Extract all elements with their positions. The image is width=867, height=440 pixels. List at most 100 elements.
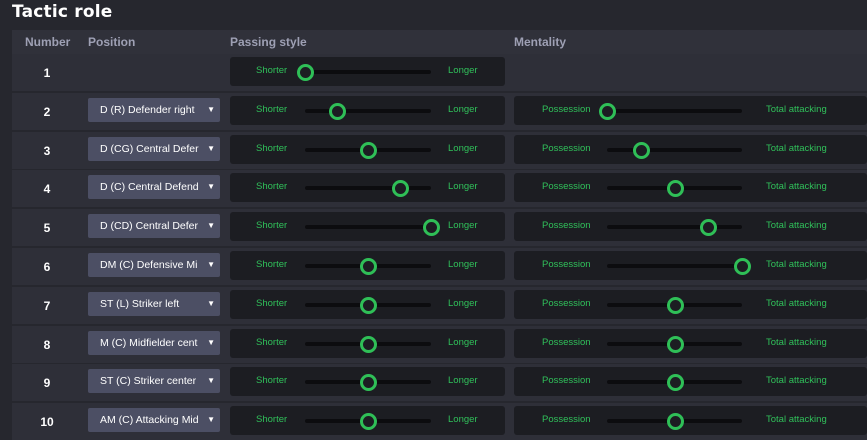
slider-handle[interactable]	[599, 103, 616, 120]
mentality-slider: Possession Total attacking	[514, 329, 867, 358]
mentality-min-label: Possession	[542, 259, 591, 270]
slider-handle[interactable]	[666, 336, 684, 353]
slider-track[interactable]	[297, 64, 431, 81]
position-select-value: AM (C) Attacking Mid	[100, 414, 199, 426]
slider-handle[interactable]	[360, 374, 377, 391]
dropdown-arrow-icon: ▼	[207, 376, 215, 385]
passing-max-label: Longer	[448, 375, 478, 386]
position-select-value: D (CD) Central Defer	[100, 220, 199, 232]
slider-track[interactable]	[305, 374, 431, 391]
slider-track[interactable]	[305, 297, 431, 314]
position-select-value: D (R) Defender right	[100, 104, 195, 116]
slider-handle[interactable]	[391, 180, 409, 197]
position-select[interactable]: AM (C) Attacking Mid ▼	[88, 408, 220, 432]
mentality-slider: Possession Total attacking	[514, 290, 867, 319]
slider-track[interactable]	[607, 142, 742, 159]
slider-handle[interactable]	[734, 258, 751, 275]
row-number: 8	[43, 338, 51, 352]
passing-min-label: Shorter	[256, 337, 288, 348]
table-header: Number Position Passing style Mentality	[12, 30, 867, 54]
mentality-slider: Possession Total attacking	[514, 212, 867, 241]
slider-track[interactable]	[607, 219, 742, 236]
slider-handle[interactable]	[700, 219, 718, 236]
slider-handle[interactable]	[360, 258, 377, 275]
slider-handle[interactable]	[666, 413, 684, 430]
position-select-value: M (C) Midfielder cent	[100, 337, 198, 349]
slider-track[interactable]	[599, 103, 742, 120]
table-row: 7 ST (L) Striker left ▼ Shorter Longer Posses…	[12, 287, 867, 324]
slider-handle[interactable]	[297, 64, 314, 81]
dropdown-arrow-icon: ▼	[207, 105, 215, 114]
mentality-max-label: Total attacking	[766, 414, 827, 425]
position-select[interactable]: D (R) Defender right ▼	[88, 98, 220, 122]
table-row: 10 AM (C) Attacking Mid ▼ Shorter Longer Poss…	[12, 403, 867, 440]
slider-handle[interactable]	[666, 297, 684, 314]
passing-min-label: Shorter	[256, 414, 288, 425]
slider-track[interactable]	[305, 142, 431, 159]
table-row: 3 D (CG) Central Defer ▼ Shorter Longer Posse…	[12, 132, 867, 169]
passing-style-slider: Shorter Longer	[230, 173, 505, 202]
passing-style-slider: Shorter Longer	[230, 212, 505, 241]
slider-track[interactable]	[607, 374, 742, 391]
slider-handle[interactable]	[360, 297, 377, 314]
dropdown-arrow-icon: ▼	[207, 182, 215, 191]
row-number: 1	[43, 66, 51, 80]
mentality-max-label: Total attacking	[766, 104, 827, 115]
table-row: 8 M (C) Midfielder cent ▼ Shorter Longer Poss…	[12, 326, 867, 363]
position-select[interactable]: D (C) Central Defend ▼	[88, 175, 220, 199]
slider-handle[interactable]	[423, 219, 440, 236]
slider-track[interactable]	[607, 413, 742, 430]
slider-track[interactable]	[607, 336, 742, 353]
position-select[interactable]: M (C) Midfielder cent ▼	[88, 331, 220, 355]
slider-track[interactable]	[305, 336, 431, 353]
row-number: 4	[43, 182, 51, 196]
table-row: 5 D (CD) Central Defer ▼ Shorter Longer Posse…	[12, 209, 867, 246]
passing-min-label: Shorter	[256, 220, 288, 231]
row-number: 6	[43, 260, 51, 274]
position-select[interactable]: D (CG) Central Defer ▼	[88, 137, 220, 161]
slider-handle[interactable]	[632, 142, 650, 159]
passing-style-slider: Shorter Longer	[230, 329, 505, 358]
slider-handle[interactable]	[360, 142, 377, 159]
position-select-value: D (C) Central Defend	[100, 181, 199, 193]
table-row: 6 DM (C) Defensive Mi ▼ Shorter Longer Posses…	[12, 248, 867, 285]
passing-max-label: Longer	[448, 298, 478, 309]
table-row: 4 D (C) Central Defend ▼ Shorter Longer Posse…	[12, 170, 867, 207]
position-select[interactable]: ST (C) Striker center ▼	[88, 369, 220, 393]
slider-handle[interactable]	[666, 374, 684, 391]
passing-min-label: Shorter	[256, 143, 288, 154]
mentality-min-label: Possession	[542, 104, 591, 115]
dropdown-arrow-icon: ▼	[207, 299, 215, 308]
mentality-min-label: Possession	[542, 220, 591, 231]
slider-handle[interactable]	[666, 180, 684, 197]
mentality-slider: Possession Total attacking	[514, 406, 867, 435]
position-select[interactable]: DM (C) Defensive Mi ▼	[88, 253, 220, 277]
slider-track[interactable]	[305, 180, 431, 197]
position-select[interactable]: D (CD) Central Defer ▼	[88, 214, 220, 238]
mentality-slider: Possession Total attacking	[514, 367, 867, 396]
slider-track[interactable]	[607, 180, 742, 197]
mentality-min-label: Possession	[542, 143, 591, 154]
slider-track[interactable]	[305, 103, 431, 120]
dropdown-arrow-icon: ▼	[207, 144, 215, 153]
mentality-max-label: Total attacking	[766, 337, 827, 348]
position-select-value: ST (L) Striker left	[100, 298, 180, 310]
table-row: 1 Shorter Longer	[12, 54, 867, 91]
slider-handle[interactable]	[360, 413, 377, 430]
slider-handle[interactable]	[328, 103, 346, 120]
slider-track[interactable]	[607, 297, 742, 314]
position-select[interactable]: ST (L) Striker left ▼	[88, 292, 220, 316]
passing-style-slider: Shorter Longer	[230, 57, 505, 86]
mentality-min-label: Possession	[542, 181, 591, 192]
passing-style-slider: Shorter Longer	[230, 406, 505, 435]
slider-track[interactable]	[305, 258, 431, 275]
slider-track[interactable]	[607, 258, 751, 275]
page-title: Tactic role	[12, 2, 113, 22]
passing-max-label: Longer	[448, 104, 478, 115]
passing-style-slider: Shorter Longer	[230, 135, 505, 164]
mentality-max-label: Total attacking	[766, 181, 827, 192]
slider-track[interactable]	[305, 413, 431, 430]
slider-track[interactable]	[305, 219, 440, 236]
dropdown-arrow-icon: ▼	[207, 338, 215, 347]
slider-handle[interactable]	[360, 336, 377, 353]
